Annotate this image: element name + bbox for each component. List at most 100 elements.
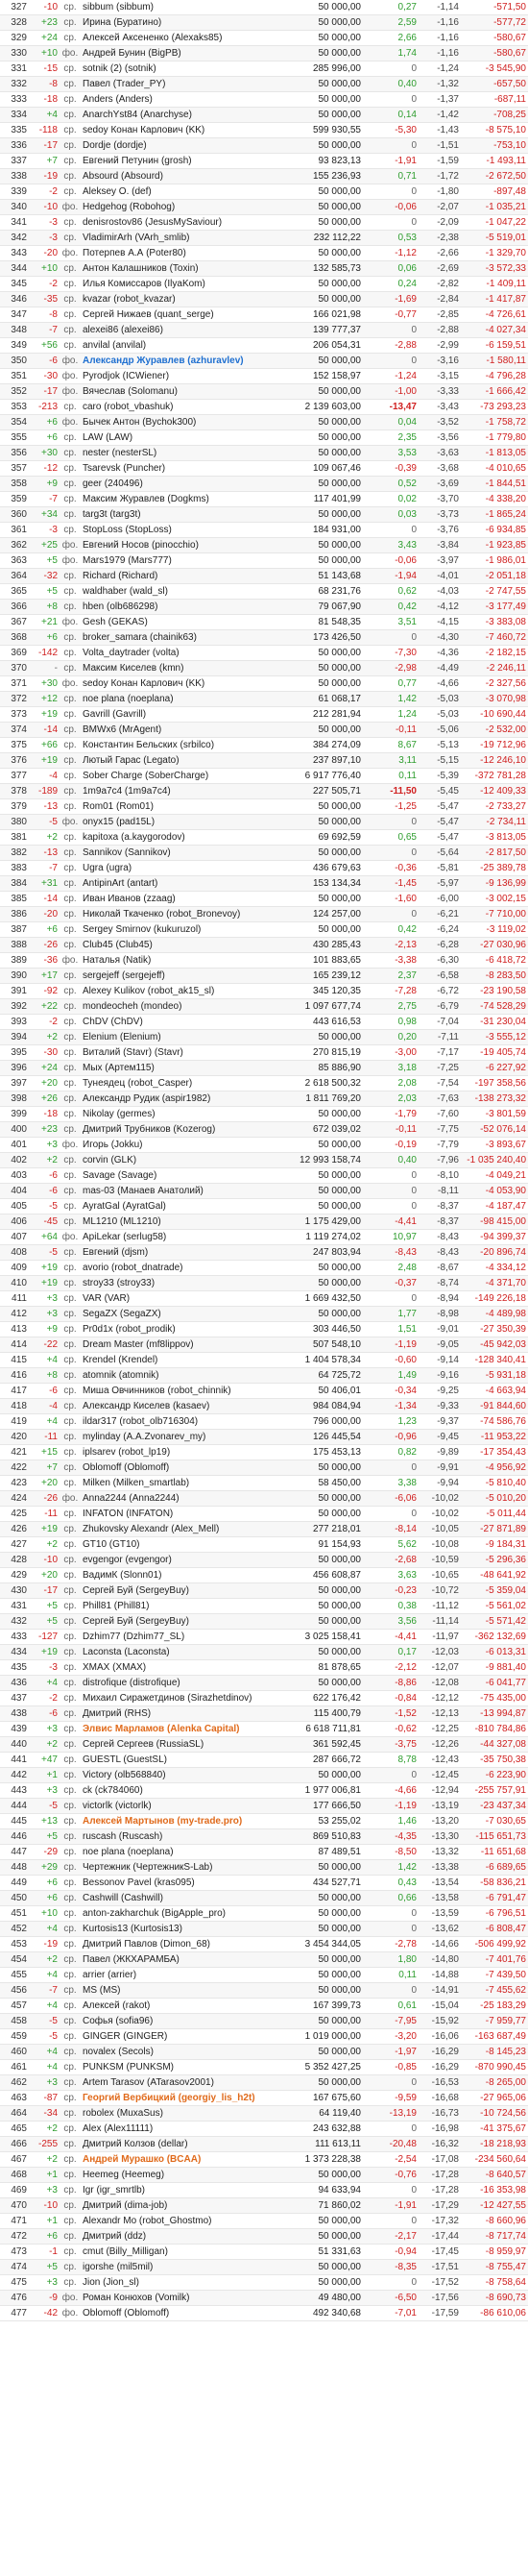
participant-name-cell[interactable]: Сергей Буй (SergeyBuy) [81,1582,284,1599]
participant-name-cell[interactable]: Максим Киселев (kmn) [81,660,284,676]
participant-name-cell[interactable]: noe plana (noeplana) [81,691,284,707]
participant-name-cell[interactable]: Victory (olb568840) [81,1767,284,1783]
participant-name-cell[interactable]: mondeocheh (mondeo) [81,998,284,1015]
participant-name-cell[interactable]: Дмитрий (ddz) [81,2228,284,2245]
participant-name-cell[interactable]: noe plana (noeplana) [81,1844,284,1860]
participant-name-cell[interactable]: Илья Комиссаров (IlyaKom) [81,276,284,292]
participant-name-cell[interactable]: sergejeff (sergejeff) [81,968,284,984]
participant-name-cell[interactable]: Alexey Kulikov (robot_ak15_sl) [81,983,284,999]
participant-name-cell[interactable]: Laconsta (Laconsta) [81,1644,284,1660]
participant-name-cell[interactable]: nester (nesterSL) [81,445,284,461]
participant-name-cell[interactable]: Роман Конюхов (Vomilk) [81,2290,284,2306]
participant-name-cell[interactable]: sedoy Конан Карлович (KK) [81,675,284,692]
participant-name-cell[interactable]: Сергей Сергеев (RussiaSL) [81,1736,284,1753]
participant-name-cell[interactable]: Pr0d1x (robot_prodik) [81,1321,284,1337]
participant-name-cell[interactable]: hben (olb686298) [81,599,284,615]
participant-name-cell[interactable]: Hedgehog (Robohog) [81,199,284,215]
participant-name-cell[interactable]: Тунеядец (robot_Casper) [81,1075,284,1092]
participant-name-cell[interactable]: distrofique (distrofique) [81,1675,284,1691]
participant-name-cell[interactable]: Alex (Alex11111) [81,2121,284,2137]
participant-name-cell[interactable]: 1m9a7c4 (1m9a7c4) [81,783,284,799]
participant-name-cell[interactable]: targ3t (targ3t) [81,506,284,523]
participant-name-cell[interactable]: Андрей Бунин (BigPB) [81,45,284,61]
participant-name-cell[interactable]: Евгений Носов (pinocchio) [81,537,284,553]
participant-name-cell[interactable]: avorio (robot_dnatrade) [81,1260,284,1276]
participant-name-cell[interactable]: Sannikov (Sannikov) [81,845,284,861]
participant-name-cell[interactable]: novalex (Secols) [81,2044,284,2060]
participant-name-cell[interactable]: Дмитрий Павлов (Dimon_68) [81,1936,284,1952]
participant-name-cell[interactable]: kvazar (robot_kvazar) [81,291,284,307]
participant-name-cell[interactable]: arrier (arrier) [81,1967,284,1983]
participant-name-cell[interactable]: Krendel (Krendel) [81,1352,284,1368]
participant-name-cell[interactable]: evgengor (evgengor) [81,1552,284,1568]
participant-name-cell[interactable]: XMAX (XMAX) [81,1659,284,1676]
participant-name-cell[interactable]: Софья (sofia96) [81,2013,284,2029]
participant-name-cell[interactable]: kapitoxa (a.kaygorodov) [81,829,284,846]
participant-name-cell[interactable]: Rom01 (Rom01) [81,798,284,815]
participant-name-cell[interactable]: Евгений (djsm) [81,1244,284,1261]
participant-name-cell[interactable]: Мых (Артем115) [81,1060,284,1076]
participant-name-cell[interactable]: Элвис Марламов (Alenka Capital) [81,1721,284,1737]
participant-name-cell[interactable]: Алексей Аксененко (Alexaks85) [81,30,284,46]
participant-name-cell[interactable]: ApiLekar (serlug58) [81,1229,284,1245]
participant-name-cell[interactable]: Aleksey O. (def) [81,184,284,200]
participant-name-cell[interactable]: BMWx6 (MrAgent) [81,722,284,738]
participant-name-cell[interactable]: waldhaber (wald_sl) [81,583,284,600]
participant-name-cell[interactable]: mylinday (A.A.Zvonarev_my) [81,1429,284,1445]
participant-name-cell[interactable]: Anders (Anders) [81,91,284,108]
participant-name-cell[interactable]: ruscash (Ruscash) [81,1828,284,1845]
participant-name-cell[interactable]: PUNKSM (PUNKSM) [81,2059,284,2075]
participant-name-cell[interactable]: Milken (Milken_smartlab) [81,1475,284,1491]
participant-name-cell[interactable]: Вячеслав (Solomanu) [81,383,284,400]
participant-name-cell[interactable]: Миша Овчинников (robot_chinnik) [81,1383,284,1399]
participant-name-cell[interactable]: corvin (GLK) [81,1152,284,1168]
participant-name-cell[interactable]: igorshe (mil5mil) [81,2259,284,2275]
participant-name-cell[interactable]: iplsarev (robot_lp19) [81,1444,284,1460]
participant-name-cell[interactable]: Виталий (Stavr) (Stavr) [81,1044,284,1061]
participant-name-cell[interactable]: Richard (Richard) [81,568,284,584]
participant-name-cell[interactable]: Absourd (Absourd) [81,168,284,184]
participant-name-cell[interactable]: Дмитрий (dima-job) [81,2197,284,2214]
participant-name-cell[interactable]: Андрей Мурашко (BCAA) [81,2151,284,2168]
participant-name-cell[interactable]: GUESTL (GuestSL) [81,1752,284,1768]
participant-name-cell[interactable]: Alexandr Mo (robot_Ghostmo) [81,2213,284,2229]
participant-name-cell[interactable]: atomnik (atomnik) [81,1367,284,1384]
participant-name-cell[interactable]: Константин Бельских (srbilco) [81,737,284,753]
participant-name-cell[interactable]: Алексей (rakot) [81,1998,284,2014]
participant-name-cell[interactable]: AnarchYst84 (Anarchyse) [81,107,284,123]
participant-name-cell[interactable]: caro (robot_vbashuk) [81,399,284,415]
participant-name-cell[interactable]: Дмитрий Трубников (Kozerog) [81,1121,284,1138]
participant-name-cell[interactable]: Cashwill (Cashwill) [81,1890,284,1906]
participant-name-cell[interactable]: geer (240496) [81,476,284,492]
participant-name-cell[interactable]: INFATON (INFATON) [81,1506,284,1522]
participant-name-cell[interactable]: Дмитрий (RHS) [81,1705,284,1722]
participant-name-cell[interactable]: Михаил Сиражетдинов (Sirazhetdinov) [81,1690,284,1706]
participant-name-cell[interactable]: Сергей Нижаев (quant_serge) [81,307,284,323]
participant-name-cell[interactable]: Savage (Savage) [81,1167,284,1184]
participant-name-cell[interactable]: Александр Киселев (kasaev) [81,1398,284,1414]
participant-name-cell[interactable]: ck (ck784060) [81,1782,284,1799]
participant-name-cell[interactable]: stroy33 (stroy33) [81,1275,284,1291]
participant-name-cell[interactable]: Дмитрий Колзов (dellar) [81,2136,284,2152]
participant-name-cell[interactable]: ildar317 (robot_olb716304) [81,1413,284,1430]
participant-name-cell[interactable]: Сергей Буй (SergeyBuy) [81,1613,284,1630]
participant-name-cell[interactable]: Heemeg (Heemeg) [81,2167,284,2183]
participant-name-cell[interactable]: victorlk (victorlk) [81,1798,284,1814]
participant-name-cell[interactable]: ChDV (ChDV) [81,1014,284,1030]
participant-name-cell[interactable]: MS (MS) [81,1982,284,1999]
participant-name-cell[interactable]: Club45 (Club45) [81,937,284,953]
participant-name-cell[interactable]: Nikolay (germes) [81,1106,284,1122]
participant-name-cell[interactable]: Антон Калашников (Toxin) [81,260,284,277]
participant-name-cell[interactable]: Наталья (Natik) [81,952,284,969]
participant-name-cell[interactable]: AyratGal (AyratGal) [81,1198,284,1214]
participant-name-cell[interactable]: Иван Иванов (zzaag) [81,891,284,907]
participant-name-cell[interactable]: Александр Журавлев (azhuravlev) [81,353,284,369]
participant-name-cell[interactable]: robolex (MuxaSus) [81,2105,284,2122]
participant-name-cell[interactable]: Павел (ЖКХАРАМБА) [81,1951,284,1968]
participant-name-cell[interactable]: Евгений Петунин (grosh) [81,153,284,169]
participant-name-cell[interactable]: Bessonov Pavel (kras095) [81,1875,284,1891]
participant-name-cell[interactable]: Zhukovsky Alexandr (Alex_Mell) [81,1521,284,1537]
participant-name-cell[interactable]: Gavrill (Gavrill) [81,706,284,723]
participant-name-cell[interactable]: Николай Ткаченко (robot_Bronevoy) [81,906,284,922]
participant-name-cell[interactable]: Павел (Trader_PY) [81,76,284,92]
